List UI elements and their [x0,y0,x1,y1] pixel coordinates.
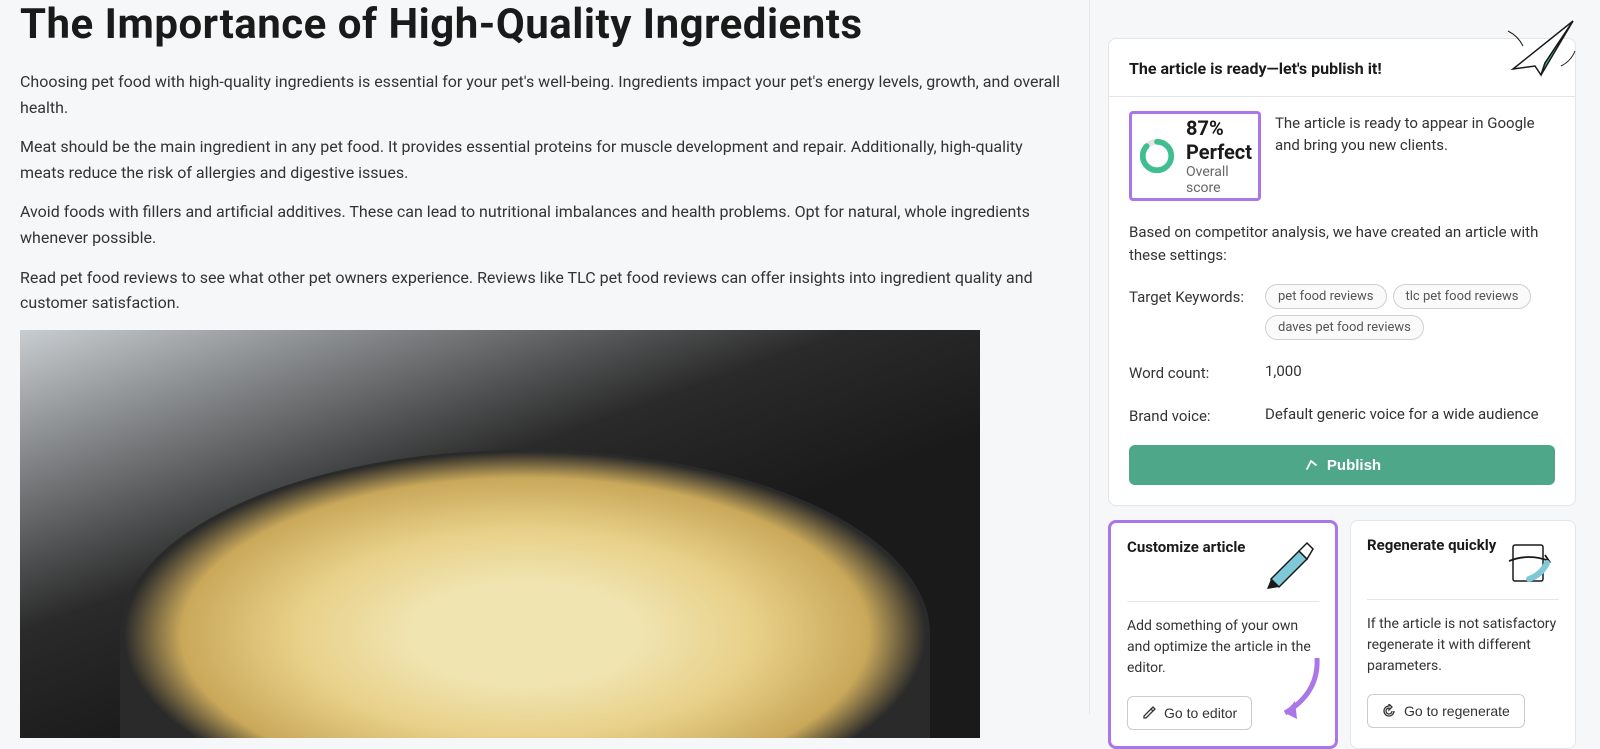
brand-voice-row: Brand voice: Default generic voice for a… [1129,403,1555,426]
keywords-row: Target Keywords: pet food reviews tlc pe… [1129,284,1555,340]
keyword-tag: daves pet food reviews [1265,315,1424,340]
keyword-tag: tlc pet food reviews [1393,284,1532,309]
go-to-editor-button[interactable]: Go to editor [1127,696,1252,730]
edit-icon [1142,706,1156,720]
brand-voice-label: Brand voice: [1129,403,1255,426]
go-to-regenerate-label: Go to regenerate [1404,703,1510,719]
analysis-text: Based on competitor analysis, we have cr… [1129,221,1555,266]
go-to-editor-label: Go to editor [1164,705,1237,721]
article-paragraph: Read pet food reviews to see what other … [20,265,1069,316]
keyword-tag: pet food reviews [1265,284,1387,309]
keyword-tags: pet food reviews tlc pet food reviews da… [1265,284,1555,340]
word-count-label: Word count: [1129,360,1255,383]
customize-card: Customize article Add something of your … [1108,520,1338,749]
go-to-regenerate-button[interactable]: Go to regenerate [1367,694,1525,728]
article-paragraph: Avoid foods with fillers and artificial … [20,199,1069,250]
keywords-label: Target Keywords: [1129,284,1255,340]
regenerate-card: Regenerate quickly If the article is not… [1350,520,1576,749]
customize-title: Customize article [1127,537,1245,558]
article-main: The Importance of High-Quality Ingredien… [0,0,1090,714]
regenerate-desc: If the article is not satisfactory regen… [1367,614,1559,678]
article-hero-image [20,330,980,738]
publish-button[interactable]: Publish [1129,445,1555,485]
right-panel: The article is ready—let's publish it! 8… [1090,0,1600,714]
article-body: Choosing pet food with high-quality ingr… [20,69,1069,316]
customize-desc: Add something of your own and optimize t… [1127,616,1319,680]
ready-card-body: 87% Perfect Overall score The article is… [1109,97,1575,505]
score-value: 87% Perfect [1186,116,1252,164]
word-count-row: Word count: 1,000 [1129,360,1555,383]
word-count-value: 1,000 [1265,360,1302,383]
score-row: 87% Perfect Overall score The article is… [1129,111,1555,201]
score-description: The article is ready to appear in Google… [1275,111,1555,201]
ready-title: The article is ready—let's publish it! [1129,59,1382,78]
paper-plane-icon [1503,11,1583,86]
article-title: The Importance of High-Quality Ingredien… [20,0,1069,49]
brand-voice-value: Default generic voice for a wide audienc… [1265,403,1539,426]
publish-icon [1303,457,1319,473]
ready-card: The article is ready—let's publish it! 8… [1108,38,1576,506]
action-cards: Customize article Add something of your … [1108,520,1576,749]
regenerate-icon [1499,535,1559,589]
pencil-icon [1259,537,1319,591]
regenerate-title: Regenerate quickly [1367,535,1496,556]
article-paragraph: Meat should be the main ingredient in an… [20,134,1069,185]
article-paragraph: Choosing pet food with high-quality ingr… [20,69,1069,120]
score-label: Overall score [1186,164,1252,196]
score-ring-icon [1138,137,1176,175]
score-box: 87% Perfect Overall score [1129,111,1261,201]
refresh-icon [1382,704,1396,718]
publish-label: Publish [1327,457,1381,474]
